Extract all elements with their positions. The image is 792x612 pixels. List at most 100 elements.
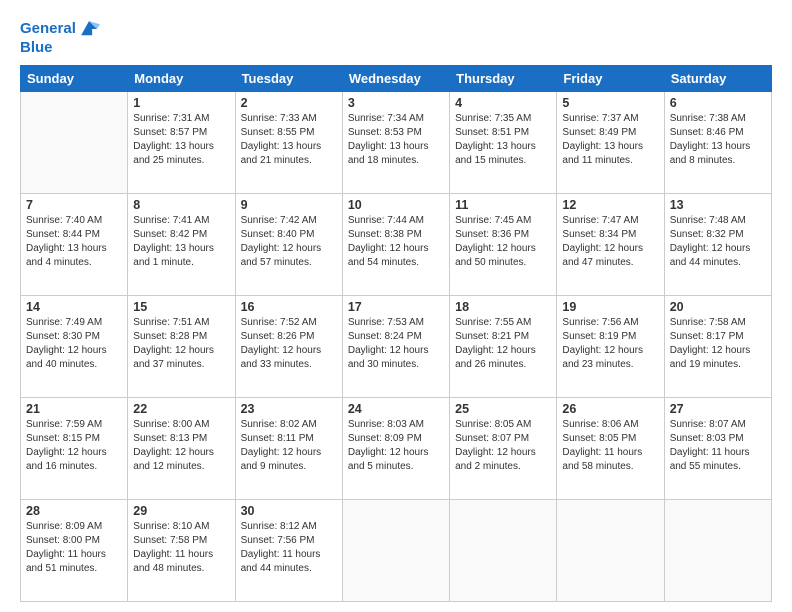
logo-icon	[78, 18, 100, 40]
day-info: Sunrise: 7:38 AM Sunset: 8:46 PM Dayligh…	[670, 112, 766, 168]
calendar-week-3: 14Sunrise: 7:49 AM Sunset: 8:30 PM Dayli…	[21, 295, 772, 397]
calendar-cell: 10Sunrise: 7:44 AM Sunset: 8:38 PM Dayli…	[342, 193, 449, 295]
day-number: 4	[455, 96, 551, 110]
day-number: 2	[241, 96, 337, 110]
calendar-cell: 4 Sunrise: 7:35 AM Sunset: 8:51 PM Daylig…	[450, 91, 557, 193]
day-info: Sunrise: 8:03 AM Sunset: 8:09 PM Dayligh…	[348, 418, 444, 474]
day-number: 13	[670, 198, 766, 212]
day-info: Sunrise: 7:37 AM Sunset: 8:49 PM Dayligh…	[562, 112, 658, 168]
calendar-cell: 13 Sunrise: 7:48 AM Sunset: 8:32 PM Dayli…	[664, 193, 771, 295]
day-number: 30	[241, 504, 337, 518]
day-number: 3	[348, 96, 444, 110]
day-info: Sunrise: 7:31 AM Sunset: 8:57 PM Dayligh…	[133, 112, 229, 168]
day-number: 26	[562, 402, 658, 416]
day-info: Sunrise: 7:56 AM Sunset: 8:19 PM Dayligh…	[562, 316, 658, 372]
calendar-week-2: 7Sunrise: 7:40 AM Sunset: 8:44 PM Daylig…	[21, 193, 772, 295]
day-number: 27	[670, 402, 766, 416]
day-number: 25	[455, 402, 551, 416]
calendar-cell: 28 Sunrise: 8:09 AM Sunset: 8:00 PM Dayli…	[21, 499, 128, 601]
calendar-cell: 24 Sunrise: 8:03 AM Sunset: 8:09 PM Dayli…	[342, 397, 449, 499]
day-header-wednesday: Wednesday	[342, 65, 449, 91]
calendar-cell: 20Sunrise: 7:58 AM Sunset: 8:17 PM Dayli…	[664, 295, 771, 397]
day-number: 10	[348, 198, 444, 212]
calendar-week-5: 28 Sunrise: 8:09 AM Sunset: 8:00 PM Dayli…	[21, 499, 772, 601]
day-info: Sunrise: 8:07 AM Sunset: 8:03 PM Dayligh…	[670, 418, 766, 474]
day-number: 29	[133, 504, 229, 518]
day-number: 1	[133, 96, 229, 110]
day-info: Sunrise: 8:09 AM Sunset: 8:00 PM Dayligh…	[26, 520, 122, 576]
day-info: Sunrise: 7:35 AM Sunset: 8:51 PM Dayligh…	[455, 112, 551, 168]
logo-text: General	[20, 21, 76, 38]
calendar-cell: 1 Sunrise: 7:31 AM Sunset: 8:57 PM Daylig…	[128, 91, 235, 193]
day-number: 28	[26, 504, 122, 518]
calendar-cell: 25 Sunrise: 8:05 AM Sunset: 8:07 PM Dayli…	[450, 397, 557, 499]
calendar-cell	[664, 499, 771, 601]
calendar-cell: 21Sunrise: 7:59 AM Sunset: 8:15 PM Dayli…	[21, 397, 128, 499]
calendar-cell: 15 Sunrise: 7:51 AM Sunset: 8:28 PM Dayli…	[128, 295, 235, 397]
calendar-cell: 3 Sunrise: 7:34 AM Sunset: 8:53 PM Daylig…	[342, 91, 449, 193]
day-number: 6	[670, 96, 766, 110]
calendar-cell: 27 Sunrise: 8:07 AM Sunset: 8:03 PM Dayli…	[664, 397, 771, 499]
day-header-friday: Friday	[557, 65, 664, 91]
day-info: Sunrise: 8:02 AM Sunset: 8:11 PM Dayligh…	[241, 418, 337, 474]
calendar-cell: 23 Sunrise: 8:02 AM Sunset: 8:11 PM Dayli…	[235, 397, 342, 499]
day-info: Sunrise: 7:58 AM Sunset: 8:17 PM Dayligh…	[670, 316, 766, 372]
day-info: Sunrise: 7:48 AM Sunset: 8:32 PM Dayligh…	[670, 214, 766, 270]
calendar-cell: 19Sunrise: 7:56 AM Sunset: 8:19 PM Dayli…	[557, 295, 664, 397]
logo-text2: Blue	[20, 40, 53, 57]
calendar-cell: 12 Sunrise: 7:47 AM Sunset: 8:34 PM Dayli…	[557, 193, 664, 295]
day-number: 7	[26, 198, 122, 212]
calendar-cell: 6 Sunrise: 7:38 AM Sunset: 8:46 PM Daylig…	[664, 91, 771, 193]
day-info: Sunrise: 7:47 AM Sunset: 8:34 PM Dayligh…	[562, 214, 658, 270]
day-info: Sunrise: 7:53 AM Sunset: 8:24 PM Dayligh…	[348, 316, 444, 372]
day-info: Sunrise: 8:05 AM Sunset: 8:07 PM Dayligh…	[455, 418, 551, 474]
page: General Blue SundayMondayTuesdayWednesda…	[0, 0, 792, 612]
day-number: 21	[26, 402, 122, 416]
calendar-cell: 7Sunrise: 7:40 AM Sunset: 8:44 PM Daylig…	[21, 193, 128, 295]
day-info: Sunrise: 7:34 AM Sunset: 8:53 PM Dayligh…	[348, 112, 444, 168]
day-info: Sunrise: 8:12 AM Sunset: 7:56 PM Dayligh…	[241, 520, 337, 576]
day-info: Sunrise: 8:00 AM Sunset: 8:13 PM Dayligh…	[133, 418, 229, 474]
header: General Blue	[20, 18, 772, 57]
day-info: Sunrise: 7:45 AM Sunset: 8:36 PM Dayligh…	[455, 214, 551, 270]
day-number: 9	[241, 198, 337, 212]
calendar-cell: 8Sunrise: 7:41 AM Sunset: 8:42 PM Daylig…	[128, 193, 235, 295]
day-header-monday: Monday	[128, 65, 235, 91]
day-number: 22	[133, 402, 229, 416]
calendar-cell: 29Sunrise: 8:10 AM Sunset: 7:58 PM Dayli…	[128, 499, 235, 601]
calendar-cell: 11 Sunrise: 7:45 AM Sunset: 8:36 PM Dayli…	[450, 193, 557, 295]
calendar-week-1: 1 Sunrise: 7:31 AM Sunset: 8:57 PM Daylig…	[21, 91, 772, 193]
day-info: Sunrise: 7:55 AM Sunset: 8:21 PM Dayligh…	[455, 316, 551, 372]
calendar-cell: 26 Sunrise: 8:06 AM Sunset: 8:05 PM Dayli…	[557, 397, 664, 499]
calendar-cell	[557, 499, 664, 601]
day-number: 5	[562, 96, 658, 110]
day-number: 12	[562, 198, 658, 212]
day-header-saturday: Saturday	[664, 65, 771, 91]
calendar-cell	[21, 91, 128, 193]
calendar-header-row: SundayMondayTuesdayWednesdayThursdayFrid…	[21, 65, 772, 91]
day-header-thursday: Thursday	[450, 65, 557, 91]
calendar-cell: 5 Sunrise: 7:37 AM Sunset: 8:49 PM Daylig…	[557, 91, 664, 193]
day-info: Sunrise: 7:51 AM Sunset: 8:28 PM Dayligh…	[133, 316, 229, 372]
day-info: Sunrise: 7:33 AM Sunset: 8:55 PM Dayligh…	[241, 112, 337, 168]
calendar-cell: 2 Sunrise: 7:33 AM Sunset: 8:55 PM Daylig…	[235, 91, 342, 193]
calendar-cell: 16 Sunrise: 7:52 AM Sunset: 8:26 PM Dayli…	[235, 295, 342, 397]
calendar-cell: 18Sunrise: 7:55 AM Sunset: 8:21 PM Dayli…	[450, 295, 557, 397]
day-number: 15	[133, 300, 229, 314]
day-number: 14	[26, 300, 122, 314]
day-number: 17	[348, 300, 444, 314]
day-number: 24	[348, 402, 444, 416]
day-number: 23	[241, 402, 337, 416]
calendar-cell: 22 Sunrise: 8:00 AM Sunset: 8:13 PM Dayli…	[128, 397, 235, 499]
day-info: Sunrise: 7:52 AM Sunset: 8:26 PM Dayligh…	[241, 316, 337, 372]
day-number: 16	[241, 300, 337, 314]
calendar-cell: 17 Sunrise: 7:53 AM Sunset: 8:24 PM Dayli…	[342, 295, 449, 397]
day-number: 11	[455, 198, 551, 212]
day-header-tuesday: Tuesday	[235, 65, 342, 91]
calendar-cell	[450, 499, 557, 601]
day-info: Sunrise: 8:06 AM Sunset: 8:05 PM Dayligh…	[562, 418, 658, 474]
day-header-sunday: Sunday	[21, 65, 128, 91]
calendar-week-4: 21Sunrise: 7:59 AM Sunset: 8:15 PM Dayli…	[21, 397, 772, 499]
calendar-cell: 30 Sunrise: 8:12 AM Sunset: 7:56 PM Dayli…	[235, 499, 342, 601]
day-info: Sunrise: 7:41 AM Sunset: 8:42 PM Dayligh…	[133, 214, 229, 270]
